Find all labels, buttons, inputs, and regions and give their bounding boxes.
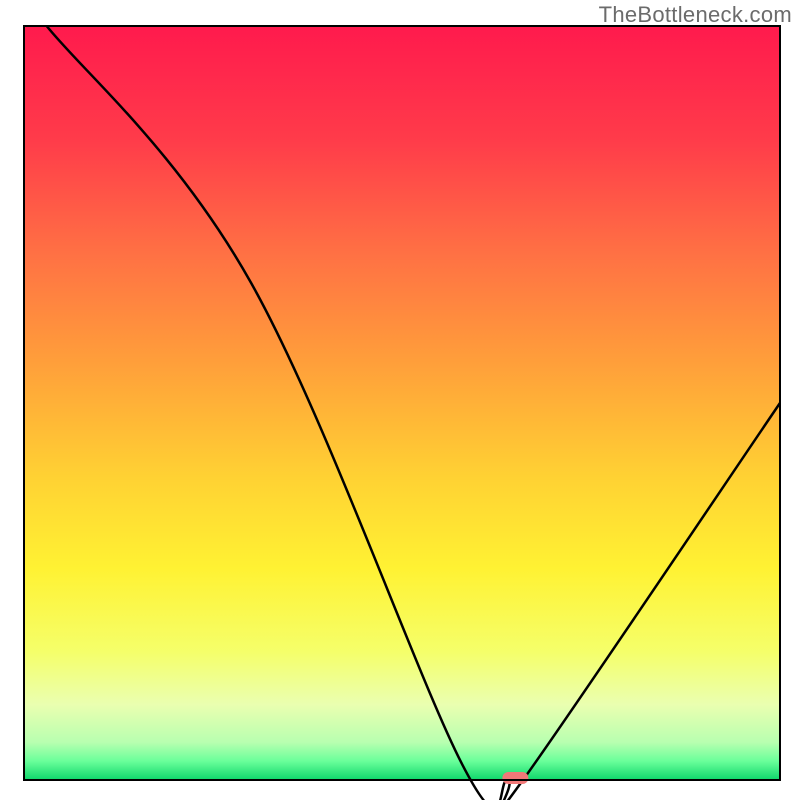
attribution-text: TheBottleneck.com bbox=[599, 2, 792, 28]
chart-container: TheBottleneck.com bbox=[0, 0, 800, 800]
bottleneck-chart bbox=[0, 0, 800, 800]
optimum-marker bbox=[502, 772, 528, 784]
plot-background bbox=[24, 26, 780, 780]
